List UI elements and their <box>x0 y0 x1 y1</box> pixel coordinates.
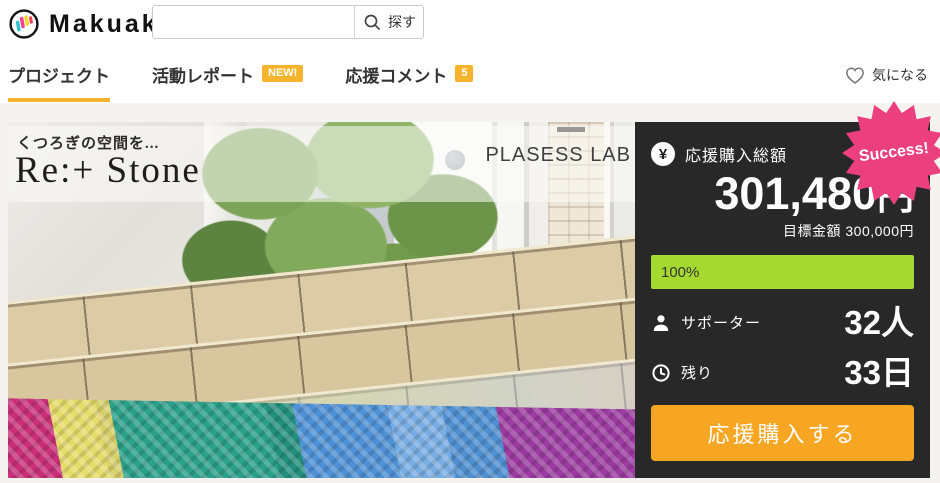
remaining-value: 33日 <box>844 356 914 389</box>
hero-sign-text: PLASESS LAB <box>485 144 631 167</box>
remaining-label: 残り <box>681 362 713 383</box>
progress-percent: 100% <box>661 264 699 281</box>
makuake-logo-icon <box>8 8 40 40</box>
success-badge-label: Success! <box>836 95 940 211</box>
search-button-label: 探す <box>388 12 416 32</box>
hero-title: Re:+ Stone <box>15 149 201 192</box>
tab-project-label: プロジェクト <box>8 62 110 87</box>
goal-amount: 目標金額 300,000円 <box>651 221 914 241</box>
supporter-icon <box>651 313 671 333</box>
comment-count-badge: 5 <box>455 65 473 82</box>
funding-panel: ¥ 応援購入総額 301,480円 目標金額 300,000円 100% サポー… <box>635 122 930 478</box>
tab-bar: プロジェクト 活動レポート NEW! 応援コメント 5 気になる <box>8 62 928 102</box>
clock-icon <box>651 363 671 383</box>
tab-activity-report-label: 活動レポート <box>152 62 254 87</box>
yen-icon: ¥ <box>651 142 675 166</box>
new-badge: NEW! <box>262 65 303 82</box>
heart-icon <box>845 66 865 85</box>
photo-colored-gravel <box>8 398 635 478</box>
search-icon <box>362 12 382 32</box>
search-input[interactable] <box>153 6 354 38</box>
tab-project[interactable]: プロジェクト <box>8 62 110 102</box>
search-button[interactable]: 探す <box>354 6 423 38</box>
search-box: 探す <box>152 5 424 39</box>
tab-support-comments-label: 応援コメント <box>345 62 447 87</box>
support-purchase-button[interactable]: 応援購入する <box>651 405 914 461</box>
supporters-value: 32人 <box>844 306 914 339</box>
makuake-logo[interactable]: Makuake <box>8 8 176 40</box>
supporters-row: サポーター 32人 <box>651 306 914 339</box>
favorite-label: 気になる <box>872 65 928 85</box>
supporters-label: サポーター <box>681 312 761 333</box>
remaining-days-row: 残り 33日 <box>651 356 914 389</box>
project-main-image: くつろぎの空間を... Re:+ Stone PLASESS LAB <box>8 122 635 478</box>
success-badge: Success! <box>842 101 940 205</box>
total-amount-label: 応援購入総額 <box>685 142 787 166</box>
tab-support-comments[interactable]: 応援コメント 5 <box>345 62 473 102</box>
progress-bar: 100% <box>651 255 914 289</box>
tab-activity-report[interactable]: 活動レポート NEW! <box>152 62 303 102</box>
favorite-button[interactable]: 気になる <box>845 62 928 85</box>
